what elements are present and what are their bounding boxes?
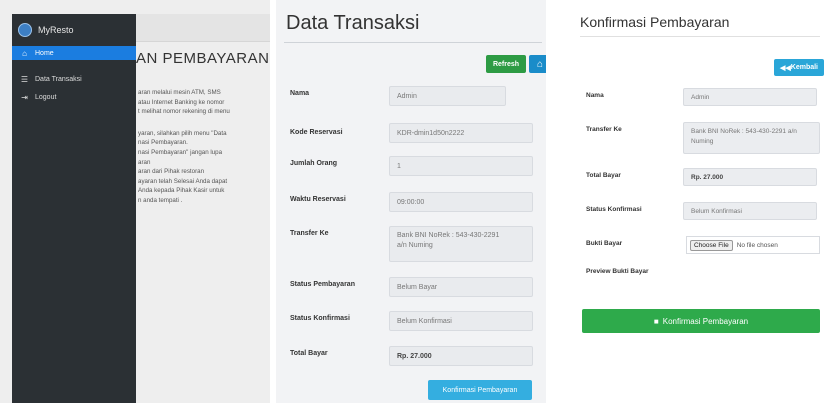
transfer-ke-line: a/n Numing: [397, 242, 433, 249]
brand[interactable]: MyResto: [18, 20, 74, 40]
kode-reservasi-label: Kode Reservasi: [290, 129, 343, 136]
transfer-ke-line: Bank BNI NoRek : 543-430-2291 a/n: [691, 128, 797, 135]
top-navbar: [136, 14, 270, 42]
bukti-bayar-file-input[interactable]: Choose File No file chosen: [686, 236, 820, 254]
home-icon: ⌂: [536, 58, 544, 70]
instruction-line: ayaran telah Selesai Anda dapat: [138, 177, 228, 185]
page-title: Konfirmasi Pembayaran: [580, 14, 730, 30]
transfer-ke-label: Transfer Ke: [290, 230, 329, 237]
page-heading: AN PEMBAYARAN: [136, 50, 270, 67]
instruction-line: t melihat nomor rekening di menu: [138, 108, 230, 116]
konfirmasi-pembayaran-button[interactable]: Konfirmasi Pembayaran: [428, 380, 532, 400]
instruction-line: n anda tempati .: [138, 196, 183, 204]
instruction-line: [138, 117, 264, 129]
logout-icon: ⇥: [21, 92, 28, 102]
data-transaksi-panel: Data Transaksi Refresh ⌂ Nama Admin Kode…: [276, 0, 546, 403]
sidebar-item-home[interactable]: ⌂ Home: [12, 46, 136, 60]
instruction-line: atau Internet Banking ke nomor: [138, 98, 225, 106]
waktu-reservasi-field: 09:00:00: [389, 192, 533, 212]
refresh-button[interactable]: Refresh: [486, 55, 526, 73]
choose-file-button[interactable]: Choose File: [690, 239, 733, 251]
home-panel: MyResto ⌂ Home ☰ Data Transaksi ⇥ Logout…: [0, 0, 270, 403]
status-konfirmasi-field: Belum Konfirmasi: [389, 311, 533, 331]
home-icon: ⌂: [22, 48, 27, 58]
sidebar-item-label: Logout: [35, 93, 57, 101]
bukti-bayar-label: Bukti Bayar: [586, 240, 623, 247]
transfer-ke-line: Bank BNI NoRek : 543-430-2291: [397, 232, 500, 239]
brand-name: MyResto: [38, 25, 74, 35]
sidebar-item-label: Home: [35, 49, 54, 57]
status-pembayaran-field: Belum Bayar: [389, 277, 533, 297]
total-bayar-label: Total Bayar: [290, 350, 328, 357]
transfer-ke-line: Numing: [691, 138, 714, 145]
waktu-reservasi-label: Waktu Reservasi: [290, 196, 346, 203]
jumlah-orang-field: 1: [389, 156, 533, 176]
jumlah-orang-label: Jumlah Orang: [290, 160, 338, 167]
instruction-line: Anda kepada Pihak Kasir untuk: [138, 187, 225, 195]
instruction-line: nasi Pembayaran" jangan lupa: [138, 148, 223, 156]
nama-label: Nama: [290, 90, 310, 97]
total-bayar-label: Total Bayar: [586, 172, 621, 179]
preview-bukti-bayar-label: Preview Bukti Bayar: [586, 268, 649, 275]
nama-label: Nama: [586, 92, 604, 99]
kembali-button[interactable]: ◀◀ Kembali: [774, 59, 824, 76]
status-konfirmasi-field: Belum Konfirmasi: [683, 202, 817, 220]
sidebar: MyResto ⌂ Home ☰ Data Transaksi ⇥ Logout: [12, 14, 136, 403]
no-file-text: No file chosen: [736, 241, 778, 249]
page-title: Data Transaksi: [286, 12, 420, 34]
save-icon: ■: [653, 316, 659, 326]
instructions-text: aran melalui mesin ATM, SMS atau Interne…: [138, 88, 264, 206]
transfer-ke-label: Transfer Ke: [586, 126, 622, 133]
status-konfirmasi-label: Status Konfirmasi: [586, 206, 642, 213]
status-konfirmasi-label: Status Konfirmasi: [290, 315, 350, 322]
status-pembayaran-label: Status Pembayaran: [290, 281, 355, 288]
instruction-line: yaran, silahkan pilih menu "Data: [138, 129, 227, 137]
konfirmasi-panel: Konfirmasi Pembayaran ◀◀ Kembali Nama Adm…: [568, 0, 828, 403]
nama-field: Admin: [389, 86, 506, 106]
title-divider: [580, 36, 820, 37]
konfirmasi-label: Konfirmasi Pembayaran: [662, 316, 749, 326]
instruction-line: aran melalui mesin ATM, SMS: [138, 89, 221, 96]
transfer-ke-field: Bank BNI NoRek : 543-430-2291 a/n Numing: [683, 122, 820, 154]
sidebar-item-logout[interactable]: ⇥ Logout: [12, 90, 136, 104]
instruction-line: nasi Pembayaran.: [138, 139, 188, 147]
instruction-line: aran dari Pihak restoran: [138, 168, 205, 176]
total-bayar-field: Rp. 27.000: [389, 346, 533, 366]
instruction-line: aran: [138, 158, 151, 166]
kode-reservasi-field: KDR-dmin1d50n2222: [389, 123, 533, 143]
total-bayar-field: Rp. 27.000: [683, 168, 817, 186]
nama-field: Admin: [683, 88, 817, 106]
table-icon: ☰: [20, 74, 29, 84]
back-arrow-icon: ◀◀: [779, 64, 791, 72]
kembali-label: Kembali: [790, 64, 818, 71]
sidebar-item-data-transaksi[interactable]: ☰ Data Transaksi: [12, 72, 136, 86]
konfirmasi-pembayaran-button[interactable]: ■ Konfirmasi Pembayaran: [582, 309, 820, 333]
brand-logo-icon: [18, 23, 32, 37]
sidebar-item-label: Data Transaksi: [35, 75, 82, 83]
transfer-ke-field: Bank BNI NoRek : 543-430-2291 a/n Numing: [389, 226, 533, 262]
home-button[interactable]: ⌂: [529, 55, 546, 73]
title-divider: [284, 42, 542, 43]
